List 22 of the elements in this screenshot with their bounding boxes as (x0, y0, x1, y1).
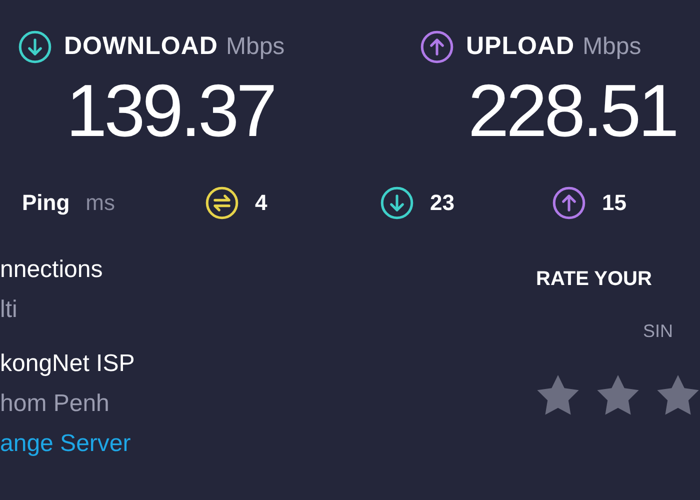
result-label: DOWNLOAD (64, 31, 218, 62)
swap-arrows-icon (205, 186, 239, 220)
change-server-link[interactable]: ange Server (0, 426, 131, 462)
unit-label: ms (86, 189, 115, 217)
star-icon[interactable] (596, 374, 640, 416)
ping-value: 15 (602, 189, 626, 217)
star-icon[interactable] (656, 374, 700, 416)
isp-name: kongNet ISP (0, 348, 136, 378)
speed-value: 139.37 (66, 74, 274, 148)
ping-value: 23 (430, 189, 454, 217)
result-label: UPLOAD (466, 31, 575, 62)
rating-title: RATE YOUR (536, 266, 653, 292)
rating-subtitle: SIN (643, 320, 674, 342)
ping-label: Ping (22, 189, 70, 217)
ping-value: 4 (255, 189, 268, 217)
server-location: hom Penh (0, 388, 110, 418)
connections-label: nnections (0, 254, 104, 284)
unit-label: Mbps (226, 32, 285, 62)
speed-value: 228.51 (468, 74, 676, 148)
connections-value: lti (0, 294, 18, 324)
star-icon[interactable] (536, 374, 580, 416)
unit-label: Mbps (582, 32, 642, 62)
